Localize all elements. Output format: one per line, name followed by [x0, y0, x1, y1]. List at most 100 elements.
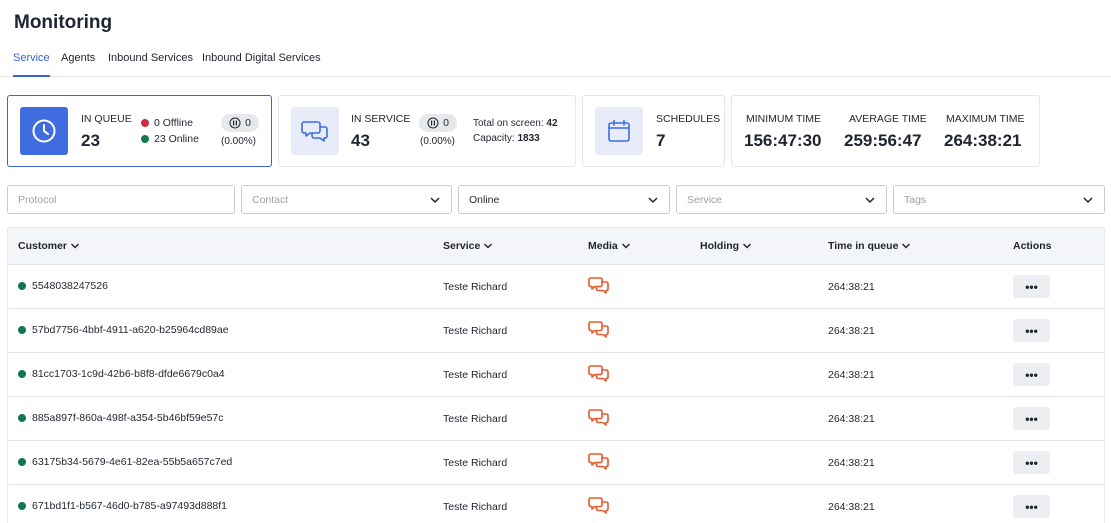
customer-cell: 63175b34-5679-4e61-82ea-55b5a657c7ed	[18, 456, 232, 468]
offline-text: 0 Offline	[154, 117, 193, 129]
service-placeholder: Service	[687, 193, 723, 206]
total-on-screen: Total on screen: 42	[473, 118, 558, 129]
in-service-value: 43	[351, 131, 370, 150]
chat-bubbles-icon	[588, 277, 609, 294]
calendar-icon	[595, 107, 643, 155]
row-actions-button[interactable]: •••	[1013, 407, 1050, 430]
service-paused-percent: (0.00%)	[420, 136, 456, 147]
contact-placeholder: Contact	[252, 193, 289, 206]
actions-header-label: Actions	[1013, 240, 1052, 252]
avg-time-value: 259:56:47	[844, 131, 922, 150]
service-cell: Teste Richard	[443, 325, 508, 337]
chevron-down-icon	[743, 243, 752, 249]
customer-column-header[interactable]: Customer	[18, 240, 80, 252]
time-in-queue-cell: 264:38:21	[828, 501, 875, 513]
tab-service[interactable]: Service	[13, 52, 50, 77]
holding-column-header[interactable]: Holding	[700, 240, 752, 252]
holding-header-label: Holding	[700, 240, 740, 252]
total-label: Total on screen:	[473, 118, 544, 129]
customer-id: 57bd7756-4bbf-4911-a620-b25964cd89ae	[32, 324, 229, 336]
chat-bubbles-icon	[588, 497, 609, 514]
in-queue-card[interactable]: IN QUEUE 23 0 Offline 23 Online 0 (0.00%…	[7, 95, 272, 167]
chat-bubbles-icon	[588, 365, 609, 382]
chevron-down-icon	[484, 243, 493, 249]
paused-pill: 0	[221, 114, 259, 132]
schedules-card[interactable]: SCHEDULES 7	[582, 95, 725, 167]
row-actions-button[interactable]: •••	[1013, 363, 1050, 386]
chat-bubbles-icon	[291, 107, 339, 155]
online-status-dot	[18, 370, 26, 378]
customer-id: 671bd1f1-b567-46d0-b785-a97493d888f1	[32, 500, 228, 512]
online-status-dot	[18, 282, 26, 290]
chevron-down-icon	[902, 243, 911, 249]
service-cell: Teste Richard	[443, 369, 508, 381]
chevron-down-icon	[621, 243, 630, 249]
max-time-label: MAXIMUM TIME	[946, 113, 1025, 125]
time-in-queue-cell: 264:38:21	[828, 413, 875, 425]
pause-circle-icon	[229, 117, 241, 129]
in-queue-label: IN QUEUE	[81, 113, 132, 125]
media-column-header[interactable]: Media	[588, 240, 631, 252]
chat-bubbles-icon	[588, 321, 609, 338]
online-status-dot	[18, 502, 26, 510]
table-row[interactable]: 671bd1f1-b567-46d0-b785-a97493d888f1 Tes…	[8, 485, 1104, 523]
table-header: Customer Service Media Holding Time in q…	[8, 228, 1104, 265]
in-service-card[interactable]: IN SERVICE 43 0 (0.00%) Total on screen:…	[278, 95, 576, 167]
row-actions-button[interactable]: •••	[1013, 275, 1050, 298]
pause-circle-icon	[427, 117, 439, 129]
protocol-placeholder: Protocol	[18, 193, 57, 206]
tags-placeholder: Tags	[904, 193, 927, 206]
row-actions-button[interactable]: •••	[1013, 495, 1050, 518]
paused-count: 0	[245, 117, 251, 129]
protocol-input[interactable]: Protocol	[7, 185, 235, 214]
offline-count: 0 Offline	[141, 117, 193, 129]
time-column-header[interactable]: Time in queue	[828, 240, 911, 252]
time-in-queue-cell: 264:38:21	[828, 457, 875, 469]
customer-cell: 57bd7756-4bbf-4911-a620-b25964cd89ae	[18, 324, 229, 336]
min-time-label: MINIMUM TIME	[746, 113, 822, 125]
online-text: 23 Online	[154, 133, 199, 145]
customer-id: 5548038247526	[32, 280, 108, 292]
clock-icon	[20, 107, 68, 155]
in-service-label: IN SERVICE	[351, 113, 411, 125]
customer-cell: 885a897f-860a-498f-a354-5b46bf59e57c	[18, 412, 224, 424]
capacity-label: Capacity:	[473, 133, 515, 144]
tab-inbound-services[interactable]: Inbound Services	[108, 52, 193, 77]
status-select[interactable]: Online	[458, 185, 670, 214]
service-cell: Teste Richard	[443, 281, 508, 293]
table-row[interactable]: 57bd7756-4bbf-4911-a620-b25964cd89ae Tes…	[8, 309, 1104, 353]
service-paused-count: 0	[443, 117, 449, 129]
chevron-down-icon	[648, 197, 658, 204]
row-actions-button[interactable]: •••	[1013, 451, 1050, 474]
customer-id: 81cc1703-1c9d-42b6-b8f8-dfde6679c0a4	[32, 368, 225, 380]
max-time-value: 264:38:21	[944, 131, 1022, 150]
tab-agents[interactable]: Agents	[61, 52, 95, 77]
chat-bubbles-icon	[588, 409, 609, 426]
actions-column-header: Actions	[1013, 240, 1052, 252]
capacity: Capacity: 1833	[473, 133, 540, 144]
page-title: Monitoring	[14, 12, 113, 33]
customer-cell: 671bd1f1-b567-46d0-b785-a97493d888f1	[18, 500, 227, 512]
row-actions-button[interactable]: •••	[1013, 319, 1050, 342]
online-status-dot	[18, 326, 26, 334]
total-value: 42	[546, 118, 558, 129]
table-row[interactable]: 63175b34-5679-4e61-82ea-55b5a657c7ed Tes…	[8, 441, 1104, 485]
status-value: Online	[469, 193, 500, 206]
table-row[interactable]: 81cc1703-1c9d-42b6-b8f8-dfde6679c0a4 Tes…	[8, 353, 1104, 397]
online-status-dot	[18, 414, 26, 422]
table-row[interactable]: 5548038247526 Teste Richard 264:38:21 ••…	[8, 265, 1104, 309]
customer-id: 885a897f-860a-498f-a354-5b46bf59e57c	[32, 412, 224, 424]
chevron-down-icon	[430, 197, 440, 204]
service-header-label: Service	[443, 240, 481, 252]
service-column-header[interactable]: Service	[443, 240, 493, 252]
contact-select[interactable]: Contact	[241, 185, 452, 214]
service-select[interactable]: Service	[676, 185, 887, 214]
tab-inbound-digital-services[interactable]: Inbound Digital Services	[202, 52, 321, 77]
tags-select[interactable]: Tags	[893, 185, 1105, 214]
capacity-value: 1833	[517, 133, 540, 144]
customer-cell: 5548038247526	[18, 280, 108, 292]
table-row[interactable]: 885a897f-860a-498f-a354-5b46bf59e57c Tes…	[8, 397, 1104, 441]
time-in-queue-cell: 264:38:21	[828, 369, 875, 381]
service-cell: Teste Richard	[443, 413, 508, 425]
customer-header-label: Customer	[18, 240, 68, 252]
